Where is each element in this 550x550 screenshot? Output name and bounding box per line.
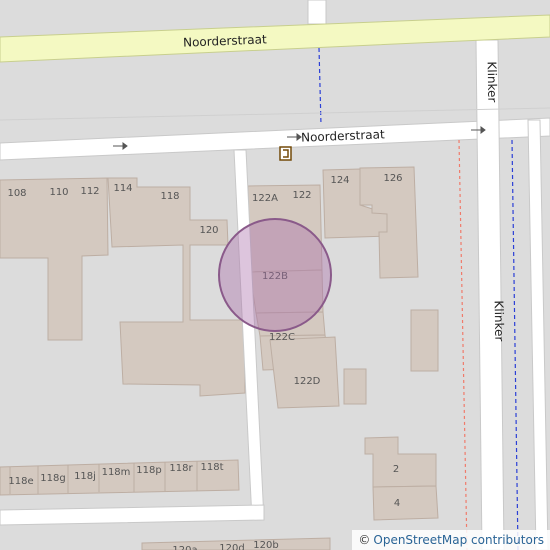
housenumber-118r: 118r — [169, 463, 193, 474]
housenumber-118: 118 — [160, 191, 179, 202]
housenumber-122A: 122A — [252, 193, 278, 204]
road-top-stub — [307, 0, 327, 25]
location-marker[interactable] — [218, 218, 332, 332]
housenumber-122C: 122C — [269, 332, 295, 343]
street-label-klinker-right: Klinker — [492, 300, 507, 341]
housenumber-120a: 120a — [172, 545, 197, 550]
road-noorderstraat-mid — [0, 117, 550, 161]
copyright-symbol: © — [358, 533, 371, 547]
housenumber-108: 108 — [7, 188, 26, 199]
attribution: © OpenStreetMap contributors — [352, 530, 550, 550]
post-box-icon[interactable] — [279, 146, 292, 161]
map-layer: Noorderstraat Noorderstraat Klinker Klin… — [0, 0, 550, 550]
building-122D — [269, 336, 340, 409]
housenumber-118g: 118g — [40, 473, 65, 484]
housenumber-118m: 118m — [102, 467, 131, 478]
housenumber-118j: 118j — [74, 471, 96, 482]
housenumber-120: 120 — [199, 225, 218, 236]
housenumber-118p: 118p — [136, 465, 161, 476]
attribution-link[interactable]: OpenStreetMap contributors — [373, 533, 544, 547]
housenumber-126: 126 — [383, 173, 402, 184]
road-bottom — [0, 504, 265, 526]
housenumber-120b: 120b — [253, 540, 278, 550]
housenumber-122D: 122D — [294, 376, 321, 387]
housenumber-2: 2 — [393, 464, 399, 475]
housenumber-122: 122 — [292, 190, 311, 201]
map-canvas[interactable]: Noorderstraat Noorderstraat Klinker Klin… — [0, 0, 550, 550]
road-east-stub — [527, 119, 549, 550]
housenumber-120d: 120d — [219, 543, 244, 550]
building-4 — [372, 485, 439, 521]
building-small-1 — [410, 309, 439, 372]
housenumber-114: 114 — [113, 183, 132, 194]
building-2 — [364, 436, 437, 488]
housenumber-4: 4 — [394, 498, 400, 509]
housenumber-124: 124 — [330, 175, 349, 186]
housenumber-112: 112 — [80, 186, 99, 197]
housenumber-118e: 118e — [8, 476, 33, 487]
road-noorderstraat-top — [0, 14, 550, 63]
street-label-klinker-top: Klinker — [485, 61, 500, 102]
road-klinker — [475, 39, 505, 550]
housenumber-110: 110 — [49, 187, 68, 198]
building-small-2 — [343, 368, 367, 405]
housenumber-118t: 118t — [200, 462, 223, 473]
building-108-112 — [0, 177, 109, 341]
